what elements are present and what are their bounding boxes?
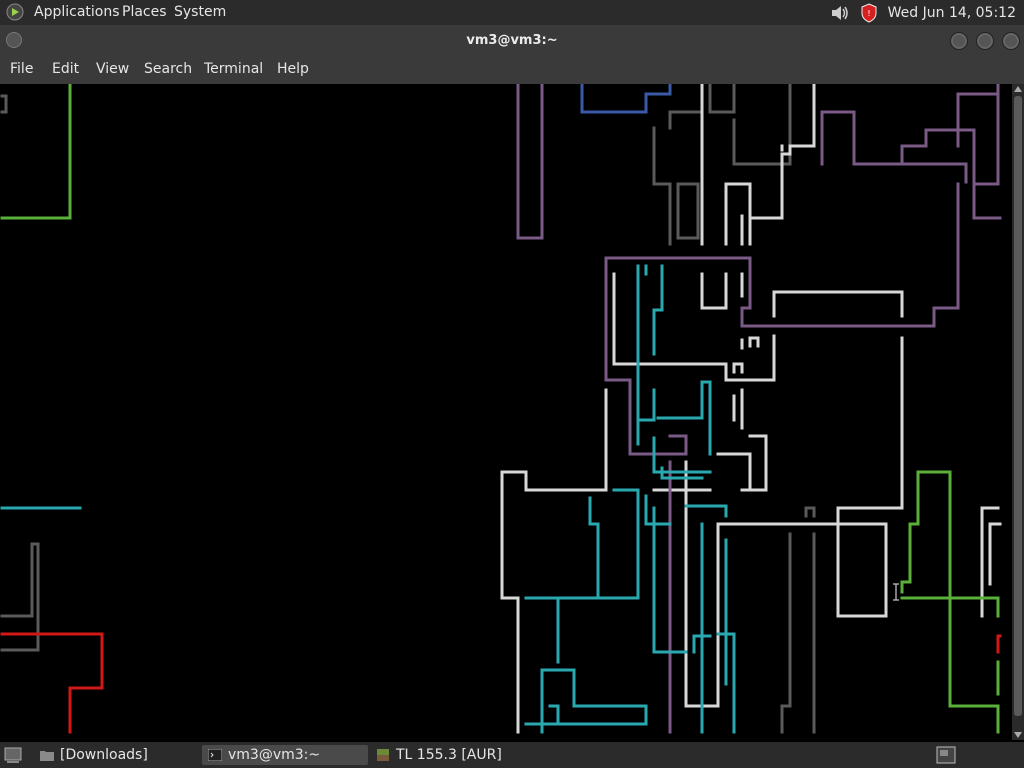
- pipe-segment: [652, 264, 664, 312]
- pipe-segment: [636, 264, 656, 422]
- terminal-scrollbar[interactable]: [1012, 84, 1024, 740]
- taskbar-item-terminal[interactable]: vm3@vm3:~: [202, 745, 368, 765]
- menu-terminal[interactable]: Terminal: [204, 61, 263, 77]
- menu-help[interactable]: Help: [277, 61, 309, 77]
- pipe-segment: [772, 290, 904, 318]
- menu-search[interactable]: Search: [144, 61, 192, 77]
- pipe-segment: [732, 362, 744, 374]
- pipe-segment: [996, 634, 1002, 654]
- pipe-segment: [500, 388, 608, 734]
- window-title: vm3@vm3:~: [466, 33, 558, 48]
- pipe-segment: [780, 84, 816, 156]
- pipe-segment: [724, 182, 752, 246]
- close-button[interactable]: [1002, 32, 1020, 50]
- shield-icon[interactable]: !: [860, 2, 878, 23]
- pipe-segment: [988, 522, 1002, 586]
- pipe-segment: [656, 380, 712, 456]
- clock[interactable]: Wed Jun 14, 05:12: [888, 5, 1016, 21]
- minimize-button[interactable]: [950, 32, 968, 50]
- pipe-segment: [516, 84, 544, 240]
- folder-icon: [40, 751, 54, 761]
- system-menu[interactable]: System: [174, 4, 226, 20]
- workspace-switcher-icon[interactable]: [936, 746, 956, 764]
- pipe-segment: [604, 182, 960, 456]
- pipe-segment: [708, 84, 736, 114]
- places-menu[interactable]: Places: [122, 4, 167, 20]
- menu-file[interactable]: File: [10, 61, 33, 77]
- pipe-segment: [652, 126, 672, 246]
- pipe-segment: [524, 668, 648, 734]
- pipe-segment: [748, 336, 760, 348]
- pipe-segment: [804, 506, 816, 518]
- pipe-segment: [900, 162, 968, 184]
- pipes-screensaver: [0, 84, 1002, 734]
- taskbar-item-label: TL 155.3 [AUR]: [396, 747, 502, 763]
- pipe-segment: [900, 470, 1000, 734]
- pipe-segment: [676, 182, 700, 240]
- pipe-segment: [644, 494, 672, 526]
- pipe-segment: [0, 84, 72, 220]
- terminal-output[interactable]: [0, 84, 1012, 740]
- show-desktop-icon[interactable]: [4, 746, 22, 764]
- speaker-icon[interactable]: [830, 4, 850, 22]
- pipe-segment: [684, 504, 728, 518]
- pipe-segment: [956, 92, 1000, 148]
- maximize-button[interactable]: [976, 32, 994, 50]
- menu-edit[interactable]: Edit: [52, 61, 79, 77]
- scroll-down-arrow-icon[interactable]: [1014, 732, 1022, 738]
- scrollbar-thumb[interactable]: [1014, 96, 1022, 716]
- pipe-segment: [0, 94, 8, 114]
- taskbar-item-label: [Downloads]: [60, 747, 148, 763]
- top-panel: Applications Places System ! Wed Jun 14,…: [0, 0, 1024, 25]
- bottom-taskbar: [Downloads] vm3@vm3:~ TL 155.3 [AUR]: [0, 742, 1024, 768]
- pipe-segment: [780, 532, 792, 734]
- taskbar-item-downloads[interactable]: [Downloads]: [34, 745, 200, 765]
- pipe-segment: [740, 434, 768, 492]
- scroll-up-arrow-icon[interactable]: [1014, 86, 1022, 92]
- pipe-segment: [836, 336, 904, 618]
- terminal-menubar: File Edit View Search Terminal Help: [0, 55, 1024, 84]
- pipe-segment: [732, 84, 792, 166]
- pipe-segment: [700, 272, 728, 310]
- pipe-segment: [668, 110, 704, 130]
- pipe-segment: [580, 84, 672, 114]
- pipe-segment: [820, 84, 1000, 186]
- applications-menu[interactable]: Applications: [34, 4, 120, 20]
- terminal-icon: [208, 749, 222, 761]
- pipe-segment: [548, 704, 560, 726]
- taskbar-item-tl[interactable]: TL 155.3 [AUR]: [370, 745, 550, 765]
- menu-view[interactable]: View: [96, 61, 129, 77]
- pipe-segment: [716, 452, 752, 492]
- system-tray: ! Wed Jun 14, 05:12: [830, 2, 1016, 23]
- distro-logo-icon[interactable]: [6, 3, 24, 21]
- game-block-icon: [377, 749, 389, 761]
- svg-text:!: !: [867, 9, 870, 18]
- taskbar-item-label: vm3@vm3:~: [228, 747, 321, 763]
- text-cursor-icon: [893, 583, 899, 601]
- pipe-segment: [588, 496, 600, 600]
- window-titlebar[interactable]: vm3@vm3:~: [0, 25, 1024, 55]
